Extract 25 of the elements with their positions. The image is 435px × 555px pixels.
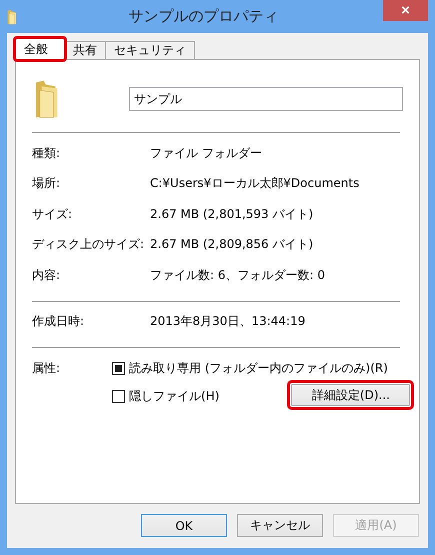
checkbox-label: 隠しファイル(H) xyxy=(129,388,220,404)
tab[interactable]: 全般 xyxy=(15,38,65,60)
tab[interactable]: セキュリティ xyxy=(105,41,195,60)
checkbox-label: 読み取り専用 (フォルダー内のファイルのみ)(R) xyxy=(129,360,388,377)
property-label: サイズ: xyxy=(32,206,74,223)
property-label: 種類: xyxy=(32,144,62,162)
property-label: 内容: xyxy=(32,266,62,284)
attributes-label: 属性: xyxy=(32,360,60,377)
checkbox[interactable] xyxy=(112,362,126,375)
property-label: 作成日時: xyxy=(32,313,86,330)
name-field[interactable]: サンプル xyxy=(129,87,403,111)
property-label: ディスク上のサイズ: xyxy=(32,236,146,254)
folder-icon xyxy=(7,8,19,24)
dialog-button[interactable]: OK xyxy=(141,514,227,537)
property-value: 2.67 MB (2,809,856 バイト) xyxy=(150,236,314,254)
property-value: ファイル フォルダー xyxy=(150,144,262,162)
property-value: 2.67 MB (2,801,593 バイト) xyxy=(150,206,314,223)
checkbox[interactable] xyxy=(112,390,126,402)
close-button[interactable]: × xyxy=(383,0,428,21)
window-title: サンプルのプロパティ xyxy=(128,7,278,26)
property-value: 2013年8月30日、13:44:19 xyxy=(150,313,306,330)
property-label: 場所: xyxy=(32,175,62,192)
property-value: ファイル数: 6、フォルダー数: 0 xyxy=(150,266,325,284)
dialog-button[interactable]: キャンセル xyxy=(237,514,323,537)
property-value: C:¥Users¥ローカル太郎¥Documents xyxy=(150,175,360,192)
